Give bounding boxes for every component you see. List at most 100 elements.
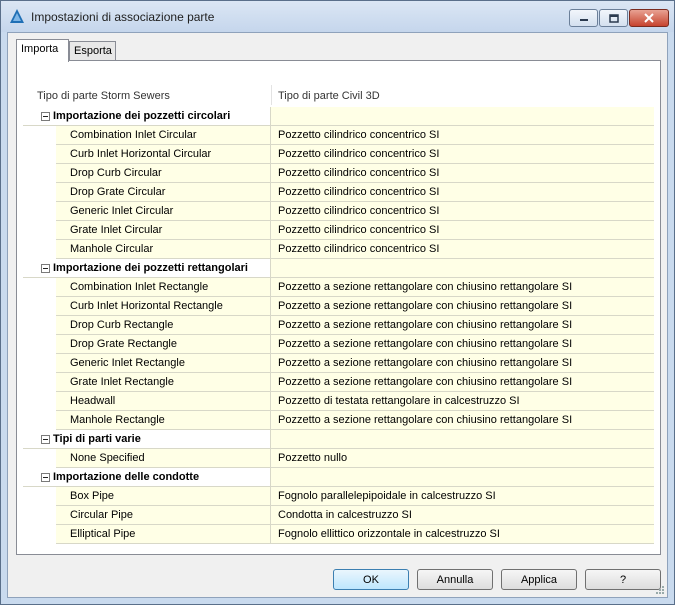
cancel-button[interactable]: Annulla (417, 569, 493, 590)
storm-sewers-part-name: Circular Pipe (70, 509, 133, 521)
column-header-storm-sewers[interactable]: Tipo di parte Storm Sewers (37, 90, 170, 102)
storm-sewers-part-name: Headwall (70, 395, 116, 407)
civil3d-part-cell[interactable]: Pozzetto cilindrico concentrico SI (271, 240, 654, 259)
group-row[interactable]: Importazione dei pozzetti circolari (23, 107, 654, 126)
group-row[interactable]: Tipi di parti varie (23, 430, 654, 449)
table-row[interactable]: Curb Inlet Horizontal Rectangle Pozzetto … (23, 297, 654, 316)
storm-sewers-part-name: Manhole Rectangle (70, 414, 165, 426)
table-row[interactable]: Grate Inlet Circular Pozzetto cilindrico … (23, 221, 654, 240)
civil3d-part-cell[interactable]: Pozzetto a sezione rettangolare con chiu… (271, 373, 654, 392)
table-row[interactable]: Generic Inlet Rectangle Pozzetto a sezion… (23, 354, 654, 373)
table-row[interactable]: Generic Inlet Circular Pozzetto cilindric… (23, 202, 654, 221)
civil3d-part-cell[interactable]: Pozzetto cilindrico concentrico SI (271, 145, 654, 164)
apply-button[interactable]: Applica (501, 569, 577, 590)
ok-button[interactable]: OK (333, 569, 409, 590)
storm-sewers-part-name: Combination Inlet Circular (70, 129, 197, 141)
table-row[interactable]: Curb Inlet Horizontal Circular Pozzetto c… (23, 145, 654, 164)
group-value-cell (271, 468, 654, 487)
storm-sewers-part-cell: Manhole Rectangle (23, 411, 271, 430)
grid-header: Tipo di parte Storm Sewers Tipo di parte… (23, 79, 654, 107)
civil3d-part-cell[interactable]: Fognolo parallelepipoidale in calcestruz… (271, 487, 654, 506)
title-bar[interactable]: Impostazioni di associazione parte (1, 1, 674, 32)
storm-sewers-part-name: Grate Inlet Rectangle (70, 376, 174, 388)
storm-sewers-part-cell: Manhole Circular (23, 240, 271, 259)
row-indent (23, 354, 56, 373)
storm-sewers-part-cell: Combination Inlet Circular (23, 126, 271, 145)
civil3d-part-cell[interactable]: Pozzetto cilindrico concentrico SI (271, 164, 654, 183)
civil3d-part-cell[interactable]: Pozzetto cilindrico concentrico SI (271, 221, 654, 240)
close-button[interactable] (629, 9, 669, 27)
maximize-button[interactable] (599, 9, 628, 27)
table-row[interactable]: Box Pipe Fognolo parallelepipoidale in ca… (23, 487, 654, 506)
civil3d-part-cell[interactable]: Pozzetto cilindrico concentrico SI (271, 202, 654, 221)
civil3d-part-cell[interactable]: Pozzetto a sezione rettangolare con chiu… (271, 316, 654, 335)
civil3d-part-cell[interactable]: Condotta in calcestruzzo SI (271, 506, 654, 525)
row-indent (23, 183, 56, 202)
collapse-icon[interactable] (41, 473, 50, 482)
tab-esporta[interactable]: Esporta (69, 41, 116, 61)
civil3d-part-cell[interactable]: Pozzetto a sezione rettangolare con chiu… (271, 354, 654, 373)
storm-sewers-part-cell: Drop Curb Circular (23, 164, 271, 183)
table-row[interactable]: Elliptical Pipe Fognolo ellittico orizzon… (23, 525, 654, 544)
civil3d-part-cell[interactable]: Pozzetto di testata rettangolare in calc… (271, 392, 654, 411)
civil3d-part-cell[interactable]: Pozzetto a sezione rettangolare con chiu… (271, 278, 654, 297)
row-indent (23, 411, 56, 430)
storm-sewers-part-cell: Grate Inlet Rectangle (23, 373, 271, 392)
help-button[interactable]: ? (585, 569, 661, 590)
column-separator[interactable] (271, 85, 272, 105)
storm-sewers-part-cell: None Specified (23, 449, 271, 468)
storm-sewers-part-name: Generic Inlet Rectangle (70, 357, 185, 369)
table-row[interactable]: Drop Curb Rectangle Pozzetto a sezione re… (23, 316, 654, 335)
group-row[interactable]: Importazione delle condotte (23, 468, 654, 487)
group-value-cell (271, 430, 654, 449)
group-row[interactable]: Importazione dei pozzetti rettangolari (23, 259, 654, 278)
collapse-icon[interactable] (41, 112, 50, 121)
civil3d-part-cell[interactable]: Pozzetto a sezione rettangolare con chiu… (271, 335, 654, 354)
group-label-text: Importazione delle condotte (53, 471, 200, 483)
row-indent (23, 126, 56, 145)
civil3d-part-cell[interactable]: Pozzetto cilindrico concentrico SI (271, 183, 654, 202)
civil3d-part-cell[interactable]: Fognolo ellittico orizzontale in calcest… (271, 525, 654, 544)
table-row[interactable]: Grate Inlet Rectangle Pozzetto a sezione … (23, 373, 654, 392)
minimize-button[interactable] (569, 9, 598, 27)
table-row[interactable]: Combination Inlet Circular Pozzetto cilin… (23, 126, 654, 145)
row-indent (23, 449, 56, 468)
table-row[interactable]: Headwall Pozzetto di testata rettangolare… (23, 392, 654, 411)
group-label-text: Tipi di parti varie (53, 433, 141, 445)
storm-sewers-part-name: Box Pipe (70, 490, 115, 502)
table-row[interactable]: Circular Pipe Condotta in calcestruzzo SI (23, 506, 654, 525)
storm-sewers-part-name: Drop Grate Circular (70, 186, 166, 198)
resize-grip-icon[interactable] (655, 585, 665, 595)
column-header-civil3d[interactable]: Tipo di parte Civil 3D (278, 90, 380, 102)
row-indent (23, 297, 56, 316)
row-indent (23, 221, 56, 240)
dialog-client-area: Importa Esporta Tipo di parte Storm Sewe… (7, 32, 668, 598)
row-indent (23, 373, 56, 392)
tab-importa[interactable]: Importa (16, 39, 69, 62)
storm-sewers-part-cell: Headwall (23, 392, 271, 411)
table-row[interactable]: Combination Inlet Rectangle Pozzetto a se… (23, 278, 654, 297)
civil3d-part-cell[interactable]: Pozzetto cilindrico concentrico SI (271, 126, 654, 145)
tab-panel: Tipo di parte Storm Sewers Tipo di parte… (16, 60, 661, 555)
row-indent (23, 525, 56, 544)
window-title: Impostazioni di associazione parte (31, 10, 215, 24)
storm-sewers-part-cell: Drop Grate Rectangle (23, 335, 271, 354)
table-row[interactable]: None Specified Pozzetto nullo (23, 449, 654, 468)
row-indent (23, 202, 56, 221)
collapse-icon[interactable] (41, 435, 50, 444)
group-label: Importazione delle condotte (23, 468, 271, 487)
civil3d-part-cell[interactable]: Pozzetto a sezione rettangolare con chiu… (271, 411, 654, 430)
storm-sewers-part-name: Manhole Circular (70, 243, 154, 255)
storm-sewers-part-name: Drop Curb Rectangle (70, 319, 174, 331)
storm-sewers-part-cell: Combination Inlet Rectangle (23, 278, 271, 297)
table-row[interactable]: Drop Grate Circular Pozzetto cilindrico c… (23, 183, 654, 202)
civil3d-part-cell[interactable]: Pozzetto nullo (271, 449, 654, 468)
storm-sewers-part-name: Generic Inlet Circular (70, 205, 174, 217)
table-row[interactable]: Manhole Circular Pozzetto cilindrico conc… (23, 240, 654, 259)
table-row[interactable]: Drop Curb Circular Pozzetto cilindrico co… (23, 164, 654, 183)
table-row[interactable]: Manhole Rectangle Pozzetto a sezione rett… (23, 411, 654, 430)
table-row[interactable]: Drop Grate Rectangle Pozzetto a sezione r… (23, 335, 654, 354)
close-icon (644, 13, 654, 23)
collapse-icon[interactable] (41, 264, 50, 273)
civil3d-part-cell[interactable]: Pozzetto a sezione rettangolare con chiu… (271, 297, 654, 316)
